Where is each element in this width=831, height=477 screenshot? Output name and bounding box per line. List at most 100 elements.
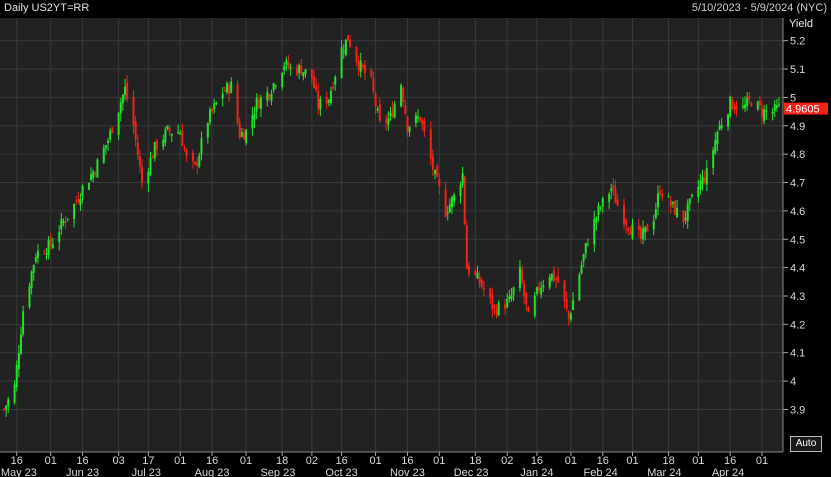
candle-body — [705, 168, 708, 185]
candle-body — [225, 83, 228, 93]
candle-body — [601, 197, 604, 207]
candle-body — [495, 308, 498, 316]
candle-body — [758, 100, 761, 106]
candle-body — [111, 127, 114, 134]
auto-scale-button[interactable]: Auto — [790, 436, 822, 452]
candle-body — [136, 142, 139, 156]
y-tick-label: 4.7 — [790, 178, 805, 190]
candle-body — [599, 207, 602, 209]
candle-body — [325, 96, 328, 104]
candle-body — [463, 176, 466, 224]
candle-body — [162, 139, 165, 147]
candle-body — [448, 204, 451, 213]
candle-body — [608, 194, 611, 203]
candle-body — [363, 64, 366, 74]
candle-body — [676, 207, 679, 218]
candle-body — [580, 265, 583, 274]
candle-body — [7, 399, 10, 407]
candle-body — [257, 99, 260, 109]
candle-body — [32, 264, 35, 273]
candle-body — [147, 171, 150, 184]
candle-body — [79, 199, 82, 205]
candle-body — [550, 273, 553, 281]
candle-body — [315, 85, 318, 90]
candle-body — [92, 171, 95, 179]
x-tick-label: 16 — [335, 455, 347, 467]
candlestick-chart[interactable]: 3.9 4 4.1 4.2 4.3 4.4 4.5 4.6 4.7 4.8 4.9 5 5.1 5.2 Yi… — [0, 0, 831, 477]
x-tick-label: 18 — [662, 455, 674, 467]
candle-body — [242, 132, 245, 140]
x-tick-label: 03 — [113, 455, 125, 467]
candle-body — [744, 104, 747, 109]
candle-body — [287, 61, 290, 68]
candle-body — [733, 106, 736, 110]
candle-body — [211, 108, 214, 112]
candle-body — [438, 178, 441, 187]
candle-body — [3, 408, 5, 410]
candle-body — [639, 227, 642, 239]
candle-body — [729, 96, 732, 117]
candle-body — [304, 69, 307, 74]
x-tick-label: 01 — [45, 455, 57, 467]
candle-body — [408, 126, 411, 132]
candle-body — [627, 227, 630, 232]
candle-body — [245, 129, 248, 143]
x-month-label: Aug 23 — [195, 467, 230, 477]
candle-body — [81, 185, 84, 197]
candle-body — [652, 221, 655, 230]
candle-body — [374, 93, 377, 107]
candle-body — [238, 122, 241, 138]
x-tick-label: 01 — [369, 455, 381, 467]
x-tick-label: 16 — [11, 455, 23, 467]
x-tick-label: 01 — [240, 455, 252, 467]
candle-body — [387, 118, 390, 125]
candle-body — [194, 161, 197, 165]
candle-body — [355, 47, 358, 62]
candle-body — [376, 108, 379, 111]
candle-body — [75, 200, 78, 202]
candle-body — [236, 84, 239, 123]
candle-body — [198, 155, 201, 167]
candle-body — [419, 116, 422, 121]
y-tick-label: 4.5 — [790, 234, 805, 246]
candle-body — [508, 296, 511, 299]
candle-body — [557, 275, 560, 283]
candle-body — [5, 405, 8, 410]
candle-body — [688, 198, 691, 204]
x-month-label: Dec 23 — [454, 467, 489, 477]
x-month-label: Feb 24 — [584, 467, 618, 477]
candle-body — [102, 147, 105, 164]
x-month-label: Nov 23 — [390, 467, 425, 477]
candle-body — [253, 113, 256, 120]
x-axis: 16 01 16 03 17 01 16 01 18 02 16 01 16 01 18 02 16 01 16 01… — [0, 451, 783, 477]
candle-body — [357, 61, 360, 71]
x-month-label: Jan 24 — [520, 467, 553, 477]
candle-body — [77, 199, 80, 203]
candle-body — [223, 90, 226, 92]
y-tick-label: 3.9 — [790, 404, 805, 416]
candle-body — [183, 148, 186, 150]
candle-body — [423, 120, 426, 132]
candle-body — [228, 84, 231, 94]
candle-body — [480, 279, 483, 287]
candle-body — [296, 67, 299, 75]
last-value-label: 4.9605 — [786, 104, 820, 116]
x-tick-label: 01 — [174, 455, 186, 467]
candle-body — [208, 109, 211, 123]
candle-body — [300, 65, 303, 75]
candle-body — [701, 176, 704, 185]
candle-body — [385, 119, 388, 123]
candle-body — [474, 270, 477, 275]
candle-body — [654, 209, 657, 218]
x-tick-label: 17 — [142, 455, 154, 467]
candle-body — [569, 313, 572, 320]
candle-body — [623, 205, 625, 225]
candle-body — [703, 177, 706, 183]
candle-body — [771, 111, 774, 114]
y-tick-label: 4 — [790, 376, 796, 388]
candle-body — [289, 67, 292, 69]
candle-body — [578, 274, 581, 300]
candle-body — [181, 130, 184, 147]
candle-body — [453, 194, 456, 202]
candle-body — [669, 200, 672, 207]
